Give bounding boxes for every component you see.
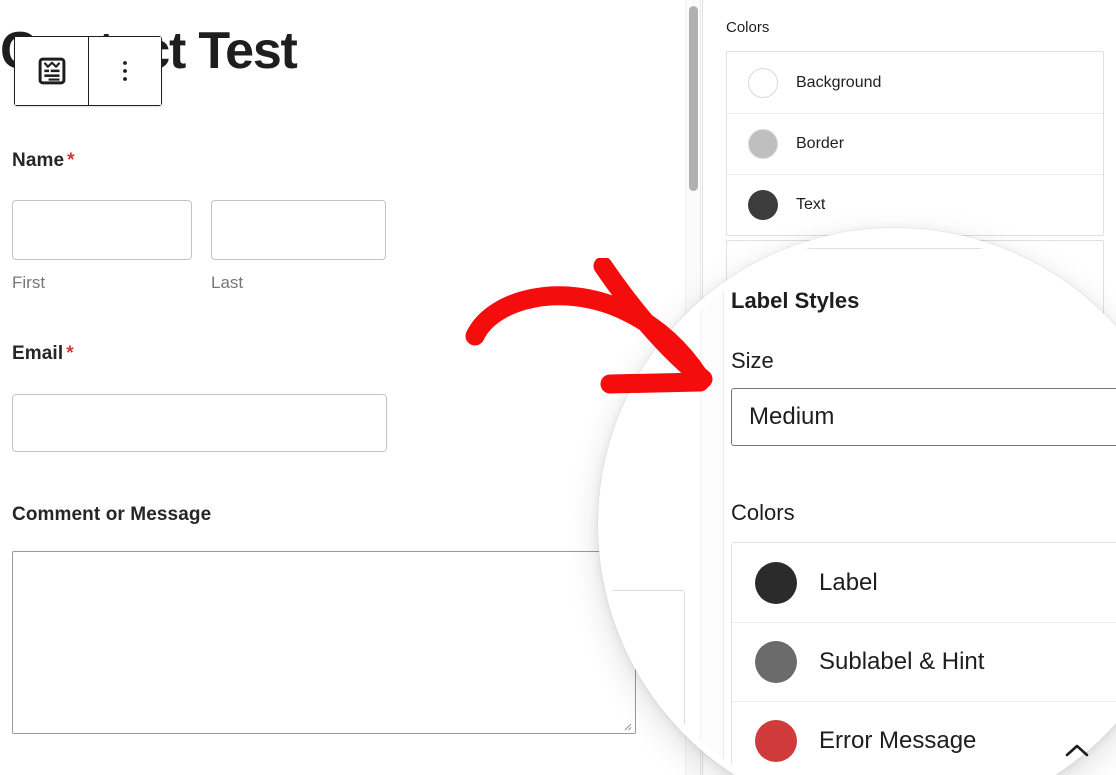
color-swatch-border[interactable] bbox=[748, 129, 778, 159]
color-swatch-text[interactable] bbox=[748, 190, 778, 220]
label-size-select[interactable]: Medium bbox=[731, 388, 1116, 446]
lens-canvas-bleed bbox=[605, 235, 701, 775]
required-asterisk: * bbox=[67, 150, 75, 171]
name-last-input[interactable] bbox=[211, 200, 386, 260]
block-options-button[interactable] bbox=[88, 37, 161, 105]
sublabel-last: Last bbox=[211, 273, 244, 292]
color-swatch-background[interactable] bbox=[748, 67, 778, 98]
vertical-ellipsis-icon bbox=[115, 58, 135, 84]
email-input[interactable] bbox=[12, 394, 387, 452]
field-label-email-text: Email bbox=[12, 343, 64, 364]
lens-section-heading: Label Styles bbox=[731, 288, 860, 313]
field-label-name-text: Name bbox=[12, 150, 65, 171]
lens-colors-heading: Colors bbox=[731, 500, 795, 525]
field-styles-colors-list: Background Border Text bbox=[726, 51, 1104, 236]
field-styles-colors-heading: Colors bbox=[726, 19, 770, 36]
chevron-up-icon[interactable] bbox=[1060, 740, 1094, 762]
editor-canvas: Contact Test bbox=[0, 0, 688, 775]
color-row-text[interactable]: Text bbox=[727, 174, 1103, 235]
lens-color-swatch-label[interactable] bbox=[755, 561, 797, 604]
sidebar-scrollbar-thumb[interactable] bbox=[689, 6, 698, 191]
lens-textarea-bleed bbox=[605, 590, 685, 730]
lens-color-row-label[interactable]: Label bbox=[732, 543, 1116, 622]
lens-color-label-error-message: Error Message bbox=[819, 727, 977, 754]
lens-color-row-error-message[interactable]: Error Message bbox=[732, 701, 1116, 775]
sublabel-first: First bbox=[12, 273, 46, 292]
lens-color-swatch-sublabel-hint[interactable] bbox=[755, 641, 797, 683]
name-first-input[interactable] bbox=[12, 200, 192, 260]
lens-settings-panel: Text Label Styles Size Medium Colors Lab… bbox=[724, 235, 1116, 775]
color-row-background[interactable]: Background bbox=[727, 52, 1103, 113]
magnifier-lens-content: Text Label Styles Size Medium Colors Lab… bbox=[605, 235, 1116, 775]
field-label-email: Email * bbox=[12, 343, 74, 365]
label-colors-list: Label Sublabel & Hint Error Message bbox=[731, 542, 1116, 775]
lens-color-row-sublabel-hint[interactable]: Sublabel & Hint bbox=[732, 622, 1116, 701]
lens-color-swatch-error-message[interactable] bbox=[755, 720, 797, 762]
wpforms-block-icon-button[interactable] bbox=[15, 37, 88, 105]
required-asterisk: * bbox=[66, 343, 74, 364]
field-label-comment-text: Comment or Message bbox=[12, 504, 212, 525]
color-label-background: Background bbox=[796, 73, 882, 91]
field-label-comment: Comment or Message bbox=[12, 504, 211, 526]
lens-scrollbar-gutter bbox=[700, 235, 724, 775]
field-label-name: Name * bbox=[12, 150, 75, 172]
block-toolbar bbox=[14, 36, 162, 106]
color-row-border[interactable]: Border bbox=[727, 113, 1103, 174]
lens-color-label-label: Label bbox=[819, 568, 878, 596]
lens-color-label-sublabel-hint: Sublabel & Hint bbox=[819, 648, 985, 675]
magnifier-lens: Text Label Styles Size Medium Colors Lab… bbox=[598, 228, 1116, 775]
color-label-text: Text bbox=[796, 196, 826, 213]
label-size-select-value: Medium bbox=[749, 403, 835, 430]
wpforms-block-icon bbox=[35, 54, 69, 88]
screen-root: Contact Test bbox=[0, 0, 1116, 775]
comment-textarea[interactable] bbox=[12, 551, 636, 734]
lens-size-label: Size bbox=[731, 348, 774, 373]
color-label-border: Border bbox=[796, 135, 845, 152]
